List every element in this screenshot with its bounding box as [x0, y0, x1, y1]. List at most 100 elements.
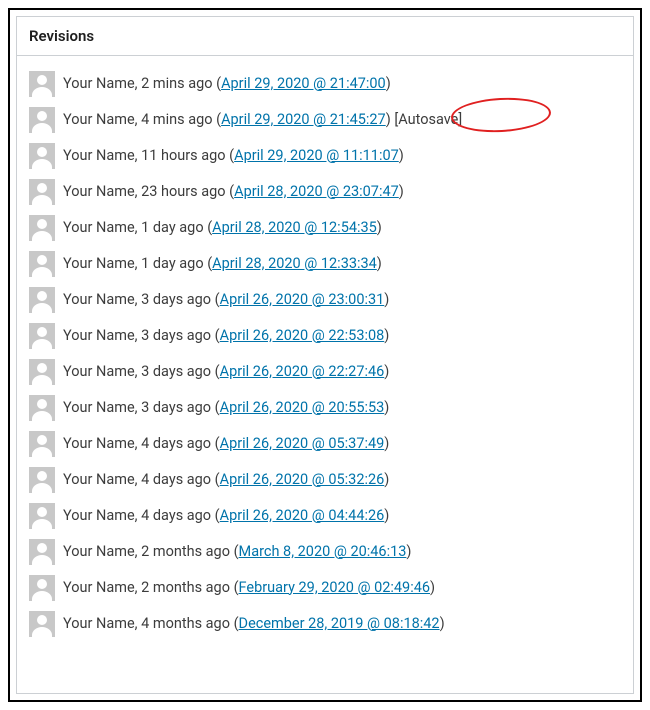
revision-item: Your Name, 3 days ago (April 26, 2020 @ …: [25, 390, 625, 426]
avatar-icon: [29, 611, 55, 637]
revision-timestamp-link[interactable]: April 26, 2020 @ 20:55:53: [220, 399, 385, 416]
revision-timestamp-link[interactable]: April 28, 2020 @ 23:07:47: [234, 183, 399, 200]
revision-item: Your Name, 2 months ago (February 29, 20…: [25, 570, 625, 606]
revision-item: Your Name, 4 days ago (April 26, 2020 @ …: [25, 426, 625, 462]
avatar-icon: [29, 215, 55, 241]
revision-text: Your Name, 1 day ago (April 28, 2020 @ 1…: [63, 219, 621, 238]
avatar-icon: [29, 467, 55, 493]
revision-author: Your Name: [63, 291, 135, 308]
panel-title: Revisions: [29, 27, 621, 45]
revision-author: Your Name: [63, 111, 135, 128]
avatar-icon: [29, 575, 55, 601]
revision-text: Your Name, 4 days ago (April 26, 2020 @ …: [63, 507, 621, 526]
revision-text: Your Name, 2 mins ago (April 29, 2020 @ …: [63, 75, 621, 94]
revision-relative-time: 4 days ago: [141, 435, 211, 452]
revision-item: Your Name, 3 days ago (April 26, 2020 @ …: [25, 282, 625, 318]
revision-author: Your Name: [63, 327, 135, 344]
revision-author: Your Name: [63, 399, 135, 416]
revision-item: Your Name, 1 day ago (April 28, 2020 @ 1…: [25, 246, 625, 282]
revision-text: Your Name, 4 days ago (April 26, 2020 @ …: [63, 435, 621, 454]
revision-author: Your Name: [63, 75, 135, 92]
revision-item: Your Name, 4 mins ago (April 29, 2020 @ …: [25, 102, 625, 138]
revision-relative-time: 2 months ago: [141, 579, 230, 596]
revision-relative-time: 3 days ago: [141, 399, 211, 416]
revision-author: Your Name: [63, 147, 135, 164]
avatar-icon: [29, 503, 55, 529]
revision-timestamp-link[interactable]: April 28, 2020 @ 12:54:35: [212, 219, 377, 236]
revision-author: Your Name: [63, 219, 135, 236]
revision-text: Your Name, 1 day ago (April 28, 2020 @ 1…: [63, 255, 621, 274]
revision-relative-time: 1 day ago: [141, 219, 203, 236]
revision-relative-time: 3 days ago: [141, 327, 211, 344]
revision-relative-time: 2 mins ago: [141, 75, 212, 92]
avatar-icon: [29, 287, 55, 313]
avatar-icon: [29, 107, 55, 133]
avatar-icon: [29, 395, 55, 421]
revision-text: Your Name, 3 days ago (April 26, 2020 @ …: [63, 291, 621, 310]
revision-timestamp-link[interactable]: April 29, 2020 @ 21:47:00: [221, 75, 386, 92]
revision-author: Your Name: [63, 543, 135, 560]
revision-text: Your Name, 3 days ago (April 26, 2020 @ …: [63, 363, 621, 382]
panel-header: Revisions: [17, 17, 633, 56]
panel-body: Your Name, 2 mins ago (April 29, 2020 @ …: [17, 56, 633, 650]
revision-text: Your Name, 4 days ago (April 26, 2020 @ …: [63, 471, 621, 490]
revision-item: Your Name, 11 hours ago (April 29, 2020 …: [25, 138, 625, 174]
revision-timestamp-link[interactable]: December 28, 2019 @ 08:18:42: [239, 615, 440, 632]
avatar-icon: [29, 143, 55, 169]
revision-text: Your Name, 11 hours ago (April 29, 2020 …: [63, 147, 621, 166]
revision-author: Your Name: [63, 435, 135, 452]
autosave-label: [Autosave]: [394, 111, 462, 128]
avatar-icon: [29, 323, 55, 349]
revision-relative-time: 11 hours ago: [141, 147, 225, 164]
revision-relative-time: 4 days ago: [141, 471, 211, 488]
revision-item: Your Name, 23 hours ago (April 28, 2020 …: [25, 174, 625, 210]
revision-item: Your Name, 2 mins ago (April 29, 2020 @ …: [25, 66, 625, 102]
revision-text: Your Name, 4 months ago (December 28, 20…: [63, 615, 621, 634]
revision-author: Your Name: [63, 255, 135, 272]
revision-timestamp-link[interactable]: April 26, 2020 @ 22:53:08: [220, 327, 385, 344]
revision-timestamp-link[interactable]: April 26, 2020 @ 23:00:31: [220, 291, 385, 308]
revision-text: Your Name, 3 days ago (April 26, 2020 @ …: [63, 327, 621, 346]
revision-text: Your Name, 2 months ago (February 29, 20…: [63, 579, 621, 598]
revision-relative-time: 4 days ago: [141, 507, 211, 524]
revision-relative-time: 4 months ago: [141, 615, 230, 632]
revision-relative-time: 3 days ago: [141, 291, 211, 308]
revision-relative-time: 23 hours ago: [141, 183, 225, 200]
revision-author: Your Name: [63, 615, 135, 632]
revision-item: Your Name, 4 days ago (April 26, 2020 @ …: [25, 462, 625, 498]
revision-author: Your Name: [63, 579, 135, 596]
avatar-icon: [29, 179, 55, 205]
revision-text: Your Name, 4 mins ago (April 29, 2020 @ …: [63, 111, 621, 130]
revision-item: Your Name, 2 months ago (March 8, 2020 @…: [25, 534, 625, 570]
revision-item: Your Name, 3 days ago (April 26, 2020 @ …: [25, 354, 625, 390]
revision-text: Your Name, 2 months ago (March 8, 2020 @…: [63, 543, 621, 562]
revision-timestamp-link[interactable]: April 26, 2020 @ 04:44:26: [220, 507, 385, 524]
revision-item: Your Name, 3 days ago (April 26, 2020 @ …: [25, 318, 625, 354]
revision-timestamp-link[interactable]: April 28, 2020 @ 12:33:34: [212, 255, 377, 272]
revision-timestamp-link[interactable]: April 29, 2020 @ 21:45:27: [221, 111, 386, 128]
revision-author: Your Name: [63, 183, 135, 200]
revision-item: Your Name, 4 days ago (April 26, 2020 @ …: [25, 498, 625, 534]
revision-author: Your Name: [63, 363, 135, 380]
revision-author: Your Name: [63, 507, 135, 524]
avatar-icon: [29, 359, 55, 385]
revisions-panel: Revisions Your Name, 2 mins ago (April 2…: [16, 16, 634, 694]
revision-author: Your Name: [63, 471, 135, 488]
revision-relative-time: 2 months ago: [141, 543, 230, 560]
avatar-icon: [29, 431, 55, 457]
revision-timestamp-link[interactable]: April 26, 2020 @ 05:37:49: [220, 435, 385, 452]
revision-relative-time: 1 day ago: [141, 255, 203, 272]
revision-item: Your Name, 1 day ago (April 28, 2020 @ 1…: [25, 210, 625, 246]
revision-timestamp-link[interactable]: February 29, 2020 @ 02:49:46: [239, 579, 430, 596]
revision-list: Your Name, 2 mins ago (April 29, 2020 @ …: [25, 66, 625, 642]
revision-timestamp-link[interactable]: April 26, 2020 @ 05:32:26: [220, 471, 385, 488]
revision-item: Your Name, 4 months ago (December 28, 20…: [25, 606, 625, 642]
avatar-icon: [29, 71, 55, 97]
revision-timestamp-link[interactable]: March 8, 2020 @ 20:46:13: [239, 543, 407, 560]
revision-timestamp-link[interactable]: April 29, 2020 @ 11:11:07: [234, 147, 399, 164]
revision-relative-time: 3 days ago: [141, 363, 211, 380]
revision-relative-time: 4 mins ago: [141, 111, 212, 128]
avatar-icon: [29, 251, 55, 277]
revision-timestamp-link[interactable]: April 26, 2020 @ 22:27:46: [220, 363, 385, 380]
avatar-icon: [29, 539, 55, 565]
